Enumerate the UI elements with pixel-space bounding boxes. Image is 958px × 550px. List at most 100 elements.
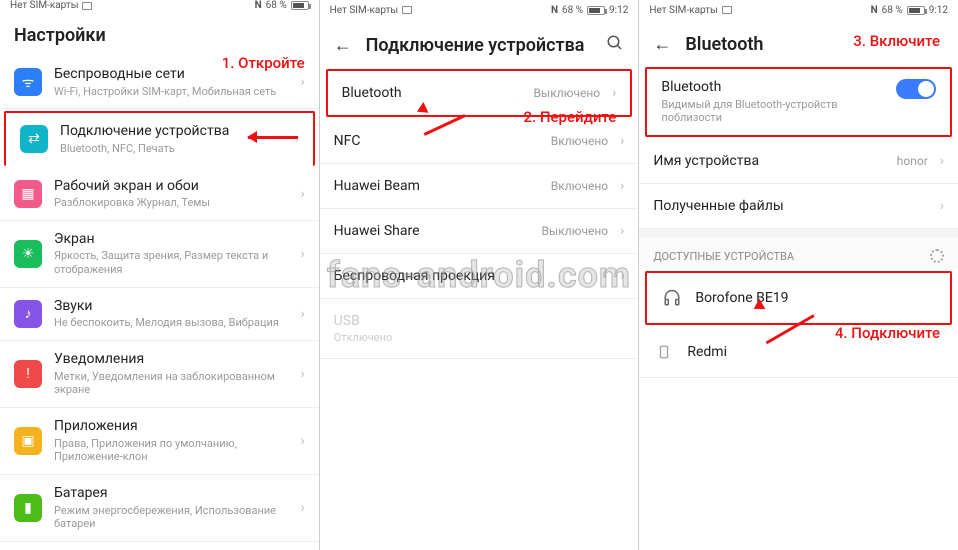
row-usb: USB Отключено	[320, 299, 639, 359]
chevron-right-icon: ›	[300, 74, 304, 90]
row-label: Полученные файлы	[653, 198, 927, 214]
sim-icon	[402, 6, 412, 14]
header: Настройки	[0, 11, 319, 56]
wifi-icon: ᯤ	[14, 68, 42, 96]
battery-icon	[907, 6, 925, 15]
page-title: Bluetooth	[685, 34, 944, 55]
connection-icon: ⇄	[20, 125, 48, 153]
row-sub: Не беспокоить, Мелодия вызова, Вибрация	[54, 316, 288, 330]
section-title: ДОСТУПНЫЕ УСТРОЙСТВА	[653, 250, 794, 263]
row-value: Выключено	[533, 86, 600, 100]
clock: 9:12	[929, 5, 948, 16]
chevron-right-icon: ›	[300, 433, 304, 449]
bell-icon: !	[14, 360, 42, 388]
chevron-right-icon: ›	[620, 133, 624, 149]
row-sub: Метки, Уведомления на заблокированном эк…	[54, 370, 288, 398]
header: ← Подключение устройства	[320, 20, 639, 67]
row-sub: Отключено	[334, 331, 393, 344]
row-wireless-projection[interactable]: Беспроводная проекция ›	[320, 254, 639, 299]
row-label: USB	[334, 313, 360, 329]
battery-percent: 68 %	[882, 5, 903, 16]
nfc-icon: N	[255, 0, 262, 11]
sim-status: Нет SIM-карты	[330, 5, 398, 16]
toggle-label: Bluetooth	[661, 79, 884, 97]
device-redmi[interactable]: Redmi	[639, 327, 958, 378]
row-sounds[interactable]: ♪ Звуки Не беспокоить, Мелодия вызова, В…	[0, 288, 319, 341]
row-battery[interactable]: ▮ Батарея Режим энергосбережения, Исполь…	[0, 475, 319, 542]
chevron-right-icon: ›	[620, 178, 624, 194]
nfc-icon: N	[551, 5, 558, 16]
device-name: Redmi	[687, 344, 944, 360]
row-title: Рабочий экран и обои	[54, 178, 288, 196]
sound-icon: ♪	[14, 300, 42, 328]
chevron-right-icon: ›	[300, 500, 304, 516]
back-button[interactable]: ←	[653, 34, 671, 55]
row-memory[interactable]: ◉ Память	[0, 542, 319, 550]
panel-device-connection: Нет SIM-карты N 68 % 9:12 ← Подключение …	[320, 0, 640, 550]
header: ← Bluetooth	[639, 20, 958, 65]
row-label: Huawei Beam	[334, 178, 539, 194]
row-huawei-share[interactable]: Huawei Share Выключено ›	[320, 209, 639, 254]
bluetooth-toggle[interactable]	[896, 79, 936, 99]
row-label: Имя устройства	[653, 153, 884, 169]
row-value: honor	[897, 154, 928, 168]
row-title: Батарея	[54, 485, 288, 503]
row-bluetooth[interactable]: Bluetooth Выключено ›	[326, 69, 633, 117]
chevron-right-icon: ›	[300, 186, 304, 202]
chevron-right-icon: ›	[940, 198, 944, 214]
row-value: Выключено	[541, 224, 608, 238]
row-huawei-beam[interactable]: Huawei Beam Включено ›	[320, 164, 639, 209]
phone-icon	[653, 341, 675, 363]
chevron-right-icon: ›	[300, 306, 304, 322]
row-title: Уведомления	[54, 351, 288, 369]
chevron-right-icon: ›	[620, 223, 624, 239]
row-sub: Права, Приложения по умолчанию, Приложен…	[54, 437, 288, 465]
chevron-right-icon: ›	[620, 268, 624, 284]
battery-icon: ▮	[14, 494, 42, 522]
row-home-wallpaper[interactable]: ▦ Рабочий экран и обои Разблокировка Жур…	[0, 168, 319, 221]
row-label: Huawei Share	[334, 223, 530, 239]
row-sub: Wi-Fi, Настройки SIM-карт, Мобильная сет…	[54, 85, 288, 99]
row-value: Включено	[551, 134, 608, 148]
row-sub: Режим энергосбережения, Использование ба…	[54, 504, 288, 532]
row-sub: Разблокировка Журнал, Темы	[54, 196, 288, 210]
search-button[interactable]	[606, 34, 624, 57]
page-title: Настройки	[14, 25, 305, 46]
row-received-files[interactable]: Полученные файлы ›	[639, 184, 958, 229]
available-devices-header: ДОСТУПНЫЕ УСТРОЙСТВА	[639, 237, 958, 269]
clock: 9:12	[609, 5, 628, 16]
row-title: Приложения	[54, 418, 288, 436]
row-nfc[interactable]: NFC Включено ›	[320, 119, 639, 164]
row-label: Bluetooth	[342, 85, 522, 101]
status-bar: Нет SIM-карты N 68 % 9:12	[639, 0, 958, 20]
chevron-right-icon: ›	[940, 153, 944, 169]
back-button[interactable]: ←	[334, 35, 352, 56]
chevron-right-icon: ›	[612, 85, 616, 101]
row-value: Включено	[551, 179, 608, 193]
row-device-connection[interactable]: ⇄ Подключение устройства Bluetooth, NFC,…	[4, 111, 315, 165]
apps-icon: ▣	[14, 427, 42, 455]
row-apps[interactable]: ▣ Приложения Права, Приложения по умолча…	[0, 408, 319, 475]
chevron-right-icon: ›	[300, 246, 304, 262]
sim-status: Нет SIM-карты	[649, 5, 717, 16]
spinner-icon	[930, 249, 944, 263]
device-name: Borofone BE19	[695, 290, 936, 306]
battery-percent: 68 %	[266, 0, 287, 11]
toggle-sub: Видимый для Bluetooth-устройств поблизос…	[661, 98, 884, 126]
chevron-right-icon: ›	[300, 366, 304, 382]
row-display[interactable]: ☀ Экран Яркость, Защита зрения, Размер т…	[0, 221, 319, 288]
row-notifications[interactable]: ! Уведомления Метки, Уведомления на забл…	[0, 341, 319, 408]
row-wireless[interactable]: ᯤ Беспроводные сети Wi-Fi, Настройки SIM…	[0, 56, 319, 109]
page-title: Подключение устройства	[366, 35, 593, 56]
battery-percent: 68 %	[562, 5, 583, 16]
row-sub: Яркость, Защита зрения, Размер текста и …	[54, 249, 288, 277]
row-label: Беспроводная проекция	[334, 268, 608, 284]
device-borofone[interactable]: Borofone BE19	[645, 271, 952, 325]
battery-icon	[291, 1, 309, 10]
panel-settings: Нет SIM-карты N 68 % Настройки 1. Открой…	[0, 0, 320, 550]
headphones-icon	[661, 287, 683, 309]
row-device-name[interactable]: Имя устройства honor ›	[639, 139, 958, 184]
display-icon: ☀	[14, 240, 42, 268]
panel-bluetooth: Нет SIM-карты N 68 % 9:12 ← Bluetooth 3.…	[639, 0, 958, 550]
row-bluetooth-toggle[interactable]: Bluetooth Видимый для Bluetooth-устройст…	[645, 67, 952, 137]
